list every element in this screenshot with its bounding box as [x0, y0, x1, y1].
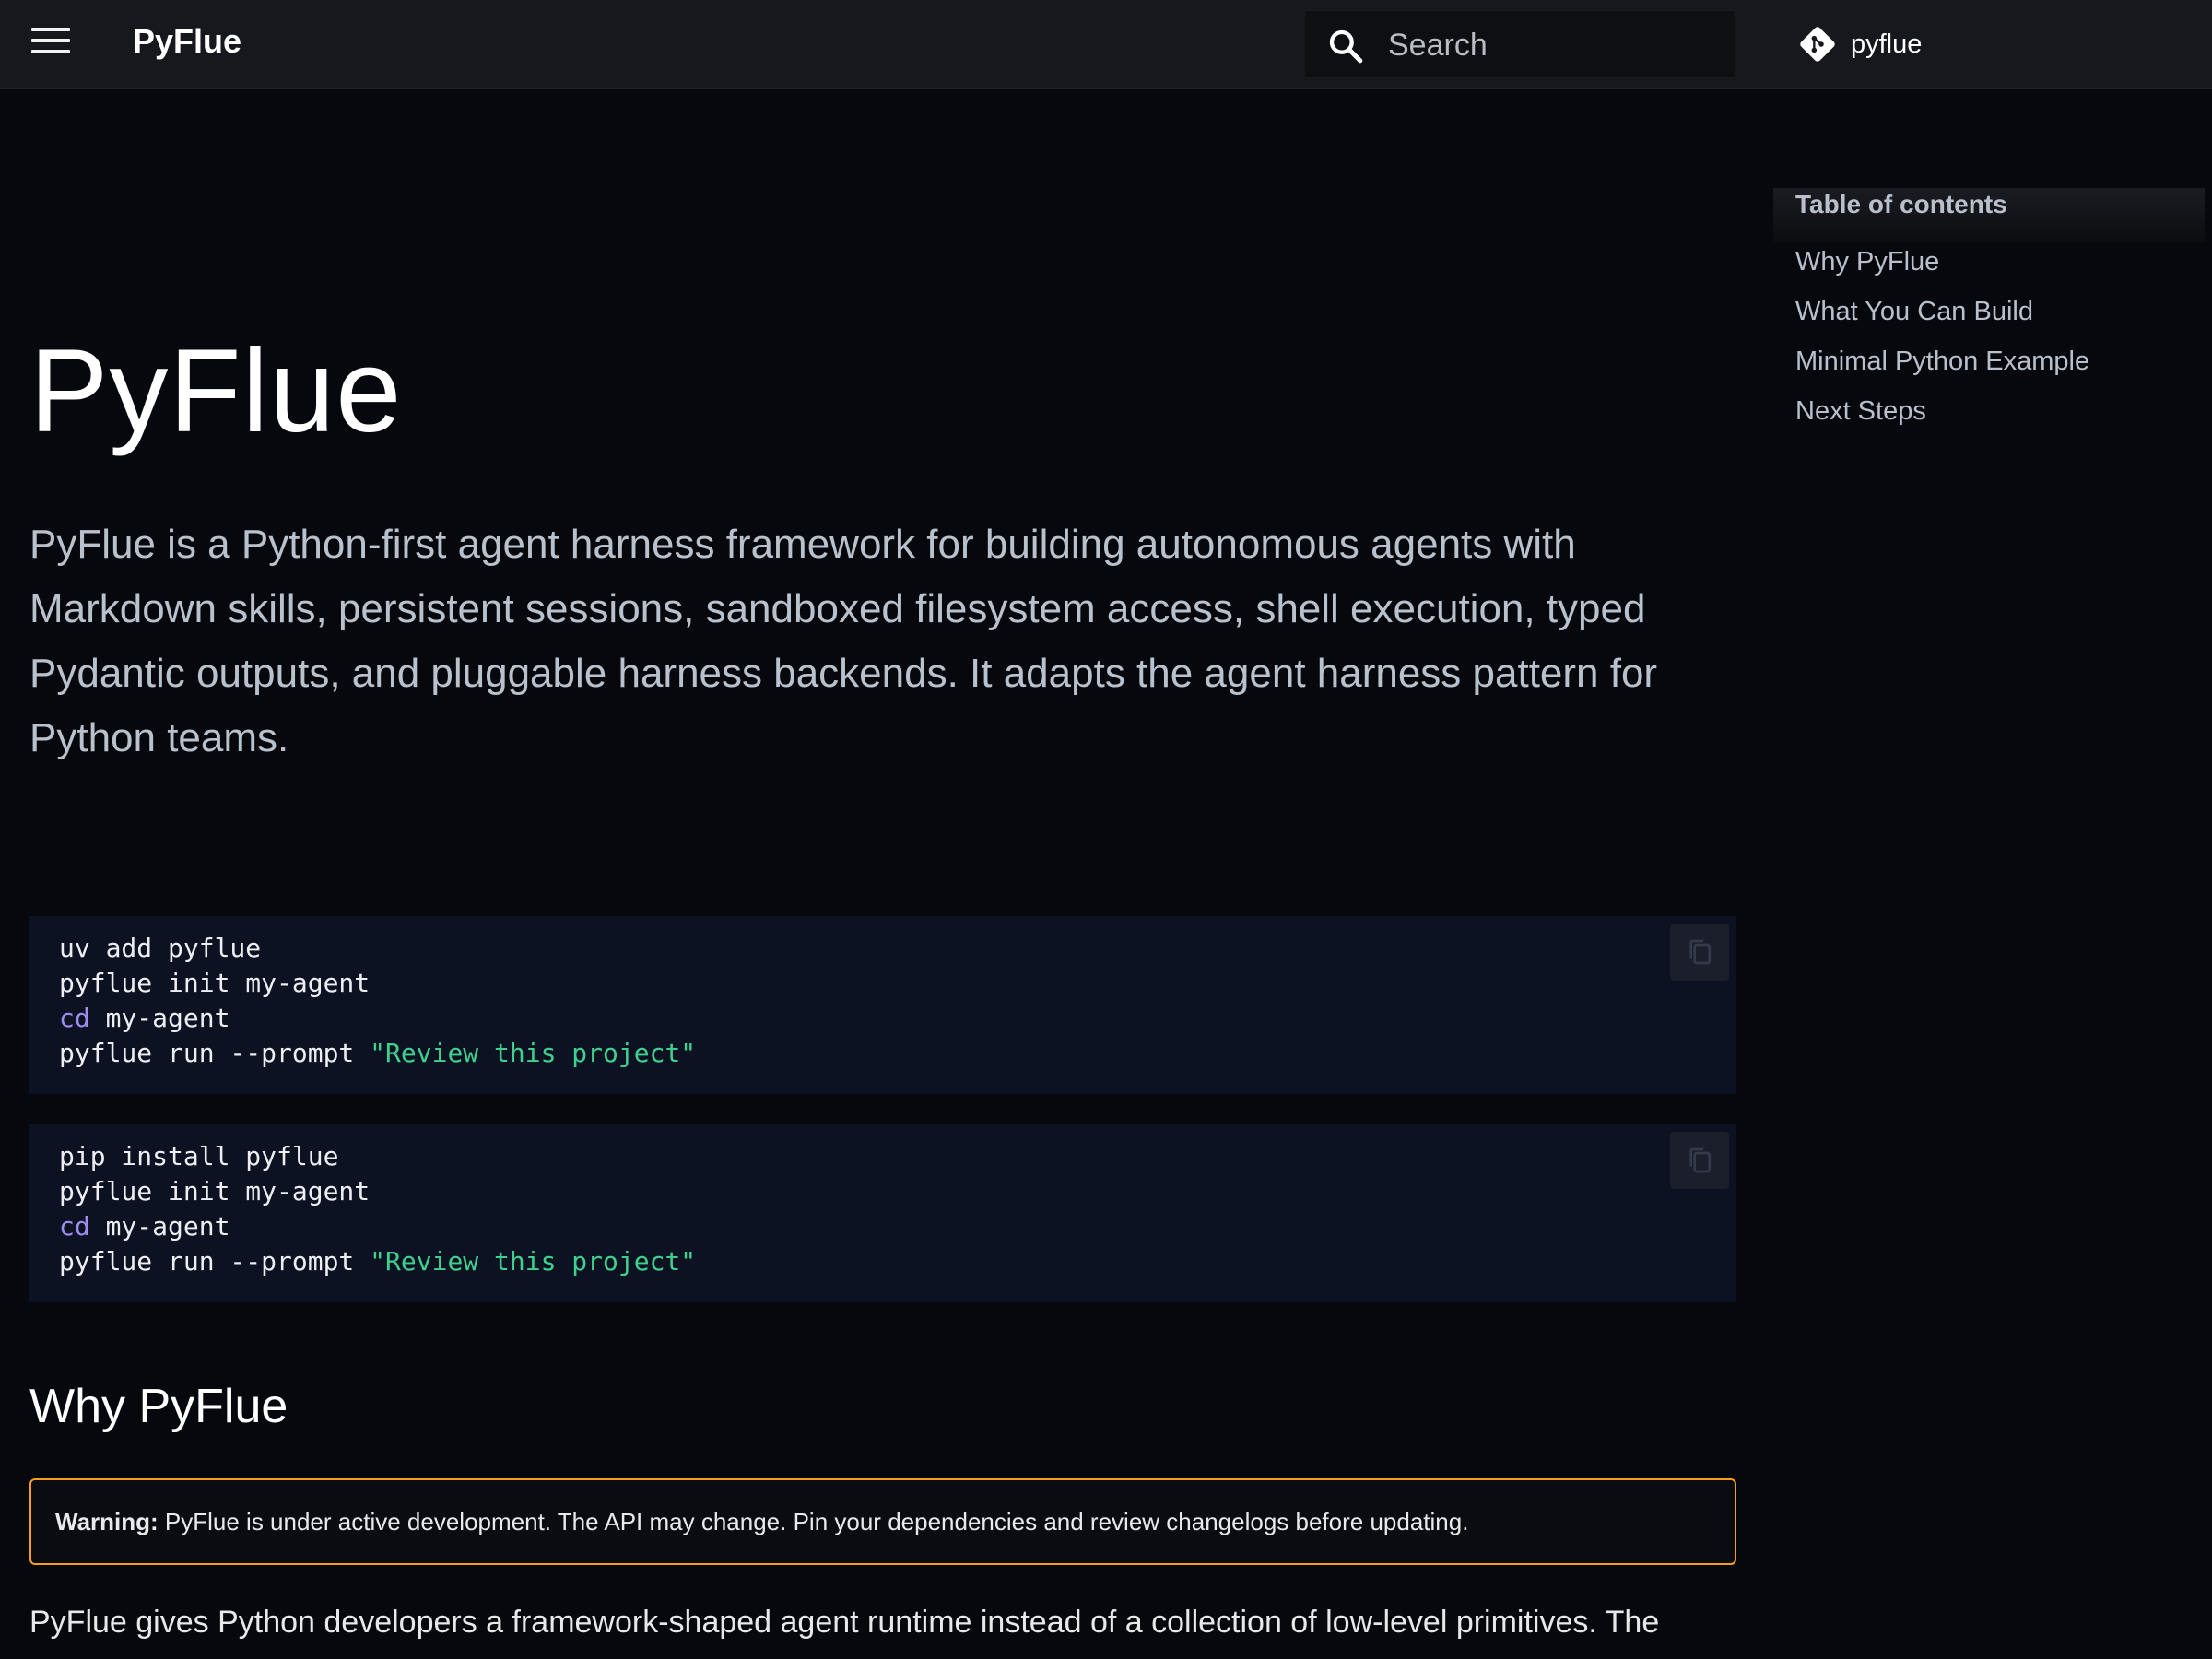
copy-icon	[1689, 939, 1711, 965]
top-header: PyFlue pyflue	[0, 0, 2212, 89]
page-title: PyFlue	[29, 325, 403, 457]
code-line: pyflue run --prompt "Review this project…	[59, 1038, 697, 1068]
warning-callout: Warning: PyFlue is under active developm…	[29, 1478, 1736, 1565]
copy-icon	[1689, 1147, 1711, 1173]
warning-text: PyFlue is under active development. The …	[158, 1508, 1469, 1535]
menu-icon[interactable]	[31, 28, 70, 61]
repo-name: pyflue	[1851, 29, 1923, 59]
git-icon	[1800, 27, 1835, 62]
search-input[interactable]	[1386, 24, 1722, 66]
code-line: pyflue init my-agent	[59, 968, 371, 998]
code-line: uv add pyflue	[59, 933, 262, 963]
code-block-uv: uv add pyflue pyflue init my-agent cd my…	[29, 916, 1736, 1094]
table-of-contents: Table of contents Why PyFlue What You Ca…	[1773, 188, 2205, 442]
toc-item-minimal-python-example[interactable]: Minimal Python Example	[1773, 343, 2205, 393]
repo-link[interactable]: pyflue	[1797, 22, 1922, 66]
code-line: pip install pyflue	[59, 1141, 339, 1171]
site-title[interactable]: PyFlue	[133, 22, 241, 61]
toc-item-next-steps[interactable]: Next Steps	[1773, 393, 2205, 442]
code-line: cd my-agent	[59, 1003, 230, 1033]
code-line: pyflue init my-agent	[59, 1176, 371, 1206]
intro-paragraph: PyFlue is a Python-first agent harness f…	[29, 522, 1658, 760]
copy-button[interactable]	[1670, 1132, 1729, 1189]
search-icon	[1329, 29, 1363, 64]
toc-title: Table of contents	[1773, 188, 2205, 243]
toc-item-why-pyflue[interactable]: Why PyFlue	[1773, 243, 2205, 293]
toc-item-what-you-can-build[interactable]: What You Can Build	[1773, 293, 2205, 343]
code-line: pyflue run --prompt "Review this project…	[59, 1246, 697, 1277]
search-box[interactable]	[1305, 11, 1735, 77]
section-heading-why-pyflue: Why PyFlue	[29, 1380, 288, 1433]
code-block-pip: pip install pyflue pyflue init my-agent …	[29, 1124, 1736, 1302]
body-paragraph: PyFlue gives Python developers a framewo…	[29, 1605, 1660, 1640]
warning-label: Warning:	[55, 1508, 159, 1535]
copy-button[interactable]	[1670, 924, 1729, 981]
code-line: cd my-agent	[59, 1211, 230, 1241]
